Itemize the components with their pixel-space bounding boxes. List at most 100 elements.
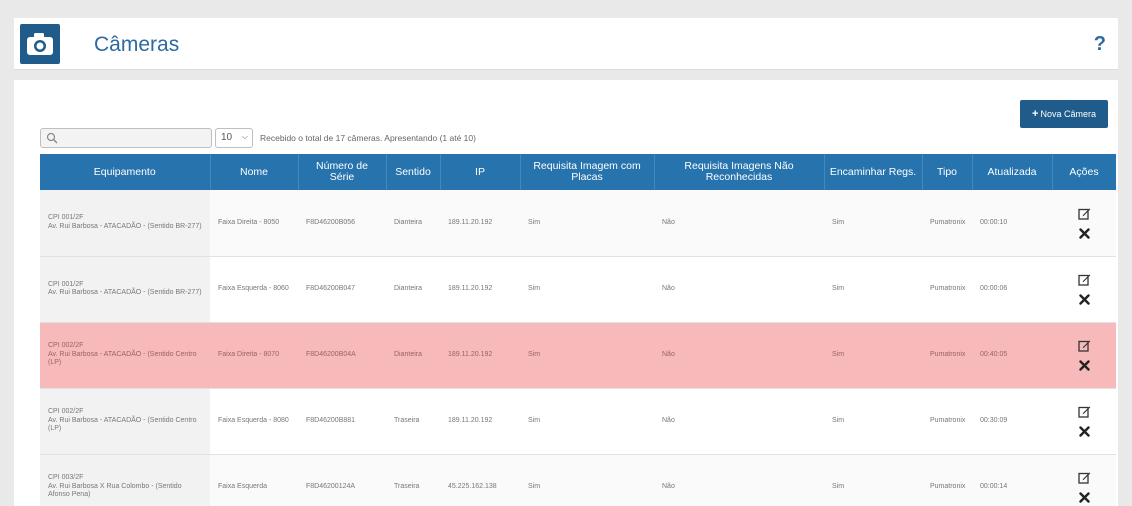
table-row[interactable]: CPI 002/2F Av. Rui Barbosa - ATACADÃO - (… [40,388,1116,455]
page-size-value: 10 [221,132,233,143]
col-header[interactable]: Atualizada [972,154,1053,190]
table-row[interactable]: CPI 003/2F Av. Rui Barbosa X Rua Colombo … [40,454,1116,506]
cell-atualizada: 00:00:10 [972,190,1052,257]
cell-serie: F8D46200124A [298,454,386,506]
cell-tipo: Pumatronix [922,256,972,323]
cell-ip: 189.11.20.192 [440,256,520,323]
table-row[interactable]: CPI 001/2F Av. Rui Barbosa - ATACADÃO - (… [40,190,1116,257]
content-panel: + Nova Câmera 10 ⌵ Recebido o total de 1… [14,80,1118,506]
col-header[interactable]: Equipamento [40,154,211,190]
edit-icon[interactable] [1077,471,1091,484]
plus-icon: + [1032,108,1039,120]
equip-code: CPI 003/2F [48,474,84,482]
delete-icon[interactable] [1078,294,1090,305]
cell-encaminhar: Sim [824,190,922,257]
cell-sentido: Dianteira [386,190,440,257]
cell-nao-reconhecidas: Não [654,322,824,389]
cell-tipo: Pumatronix [922,190,972,257]
cell-nome: Faixa Direita - 8050 [210,190,298,257]
table-header-row: Equipamento Nome Número de Série Sentido… [40,154,1117,190]
cell-encaminhar: Sim [824,256,922,323]
table-row[interactable]: CPI 002/2F Av. Rui Barbosa - ATACADÃO - (… [40,322,1116,389]
col-header[interactable]: IP [440,154,521,190]
help-button[interactable]: ? [1094,33,1106,56]
delete-icon[interactable] [1078,228,1090,239]
cell-placas: Sim [520,190,654,257]
cell-sentido: Dianteira [386,256,440,323]
cell-tipo: Pumatronix [922,322,972,389]
camera-icon [20,24,60,64]
cell-serie: F8D46200B047 [298,256,386,323]
cell-serie: F8D46200B881 [298,388,386,455]
cell-atualizada: 00:00:06 [972,256,1052,323]
cell-nao-reconhecidas: Não [654,454,824,506]
equip-location: Av. Rui Barbosa - ATACADÃO - (Sentido BR… [48,289,202,296]
col-header[interactable]: Requisita Imagens Não Reconhecidas [654,154,825,190]
col-header[interactable]: Número de Série [298,154,387,190]
cell-encaminhar: Sim [824,454,922,506]
cell-encaminhar: Sim [824,388,922,455]
edit-icon[interactable] [1077,339,1091,352]
search-input[interactable] [40,128,212,148]
col-header[interactable]: Sentido [386,154,441,190]
equip-location: Av. Rui Barbosa - ATACADÃO - (Sentido BR… [48,222,202,230]
delete-icon[interactable] [1078,426,1090,437]
edit-icon[interactable] [1077,273,1091,286]
cell-serie: F8D46200B04A [298,322,386,389]
edit-icon[interactable] [1077,207,1091,220]
cameras-table: Equipamento Nome Número de Série Sentido… [40,154,1117,506]
new-camera-label: Nova Câmera [1040,109,1096,119]
edit-icon[interactable] [1077,405,1091,418]
cell-nome: Faixa Esquerda [210,454,298,506]
search-icon [46,132,58,144]
new-camera-button[interactable]: + Nova Câmera [1020,100,1108,128]
col-header[interactable]: Requisita Imagem com Placas [520,154,655,190]
page-header: Câmeras ? [14,18,1118,70]
equip-code: CPI 001/2F [48,214,84,222]
cell-equipamento: CPI 001/2F Av. Rui Barbosa - ATACADÃO - (… [40,190,210,257]
cell-tipo: Pumatronix [922,454,972,506]
cell-actions [1052,256,1116,323]
results-info: Recebido o total de 17 câmeras. Apresent… [260,133,476,143]
cell-nome: Faixa Esquerda - 8060 [210,256,298,323]
page-size-select[interactable]: 10 ⌵ [215,128,253,148]
cell-serie: F8D46200B056 [298,190,386,257]
cell-actions [1052,322,1116,389]
table-row[interactable]: CPI 001/2F Av. Rui Barbosa - ATACADÃO - (… [40,256,1116,323]
cell-equipamento: CPI 001/2F Av. Rui Barbosa - ATACADÃO - (… [40,256,210,323]
cell-tipo: Pumatronix [922,388,972,455]
cell-atualizada: 00:40:05 [972,322,1052,389]
equip-code: CPI 001/2F [48,280,84,288]
cell-sentido: Traseira [386,388,440,455]
col-header[interactable]: Encaminhar Regs. [824,154,923,190]
equip-code: CPI 002/2F [48,408,84,416]
cell-atualizada: 00:30:09 [972,388,1052,455]
cell-ip: 189.11.20.192 [440,388,520,455]
cell-actions [1052,454,1116,506]
equip-location: Av. Rui Barbosa - ATACADÃO - (Sentido Ce… [48,416,197,433]
delete-icon[interactable] [1078,492,1090,503]
cell-nao-reconhecidas: Não [654,190,824,257]
col-header[interactable]: Nome [210,154,299,190]
col-header[interactable]: Tipo [922,154,973,190]
equip-location: Av. Rui Barbosa X Rua Colombo - (Sentido… [48,482,182,499]
cell-ip: 189.11.20.192 [440,322,520,389]
delete-icon[interactable] [1078,360,1090,371]
cell-nome: Faixa Direita - 8070 [210,322,298,389]
cell-nao-reconhecidas: Não [654,256,824,323]
equip-code: CPI 002/2F [48,342,84,350]
col-header: Ações [1052,154,1117,190]
cell-placas: Sim [520,388,654,455]
cell-nao-reconhecidas: Não [654,388,824,455]
cell-placas: Sim [520,322,654,389]
cell-nome: Faixa Esquerda - 8080 [210,388,298,455]
cell-actions [1052,190,1116,257]
cell-actions [1052,388,1116,455]
cell-ip: 189.11.20.192 [440,190,520,257]
cell-equipamento: CPI 002/2F Av. Rui Barbosa - ATACADÃO - (… [40,322,210,389]
cell-placas: Sim [520,256,654,323]
cell-ip: 45.225.162.138 [440,454,520,506]
equip-location: Av. Rui Barbosa - ATACADÃO - (Sentido Ce… [48,350,197,367]
chevron-down-icon: ⌵ [241,132,248,141]
cell-sentido: Traseira [386,454,440,506]
